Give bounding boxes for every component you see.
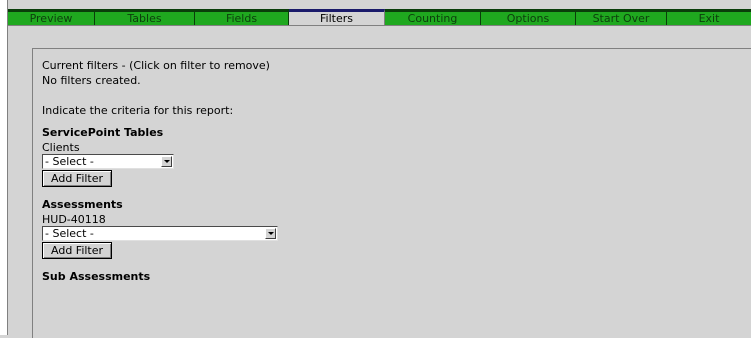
filters-status: No filters created. — [42, 74, 141, 87]
servicepoint-tables-heading: ServicePoint Tables — [42, 126, 164, 139]
clients-label: Clients — [42, 141, 80, 154]
tab-counting[interactable]: Counting — [385, 9, 481, 25]
current-filters-label: Current filters - (Click on filter to re… — [42, 59, 270, 72]
assessments-heading: Assessments — [42, 198, 123, 211]
filters-panel: Current filters - (Click on filter to re… — [32, 48, 751, 338]
chevron-down-icon[interactable] — [161, 156, 172, 167]
window-left-border-shadow — [7, 0, 8, 335]
hud-40118-label: HUD-40118 — [42, 213, 106, 226]
tab-preview[interactable]: Preview — [8, 9, 95, 25]
nav-tab-bar: Preview Tables Fields Filters Counting O… — [8, 9, 751, 25]
tab-exit[interactable]: Exit — [667, 9, 751, 25]
tab-options[interactable]: Options — [481, 9, 576, 25]
clients-select-value: - Select - — [45, 155, 94, 168]
tab-bar-divider — [8, 25, 751, 26]
window-left-border — [0, 0, 7, 335]
tab-start-over[interactable]: Start Over — [576, 9, 667, 25]
hud-40118-select[interactable]: - Select - — [42, 226, 278, 241]
tab-filters[interactable]: Filters — [289, 9, 385, 25]
hud-40118-select-value: - Select - — [45, 227, 94, 240]
chevron-down-icon[interactable] — [265, 228, 276, 239]
add-filter-button-clients[interactable]: Add Filter — [42, 170, 113, 187]
sub-assessments-heading: Sub Assessments — [42, 270, 151, 283]
add-filter-button-assessments[interactable]: Add Filter — [42, 242, 113, 259]
tab-fields[interactable]: Fields — [195, 9, 289, 25]
criteria-instruction: Indicate the criteria for this report: — [42, 104, 234, 117]
tab-tables[interactable]: Tables — [95, 9, 195, 25]
clients-select[interactable]: - Select - — [42, 154, 174, 169]
